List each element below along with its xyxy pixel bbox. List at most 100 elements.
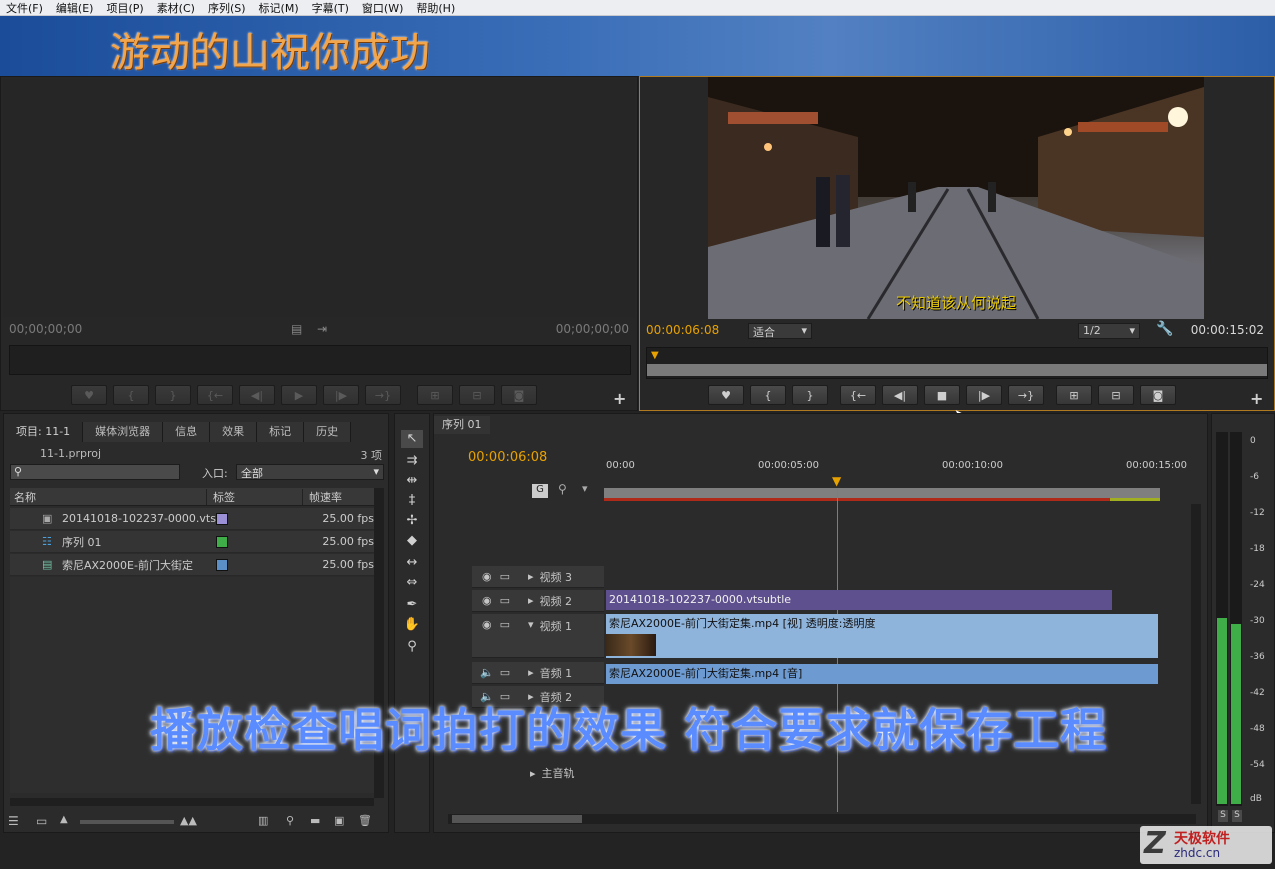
mark-in-button[interactable]: { bbox=[113, 385, 149, 405]
selection-tool-icon[interactable]: ↖ bbox=[401, 430, 423, 448]
playhead-icon[interactable]: ▼ bbox=[651, 350, 659, 361]
program-add-button[interactable]: + bbox=[1250, 389, 1263, 408]
list-view-icon[interactable]: ☰ bbox=[8, 814, 19, 828]
track-header-v3[interactable]: ◉ ▭ ▸ 视频 3 bbox=[472, 566, 604, 588]
icon-view-icon[interactable]: ▭ bbox=[36, 814, 47, 828]
expand-icon[interactable]: ▸ bbox=[528, 594, 534, 607]
track-select-tool-icon[interactable]: ⇉ bbox=[401, 452, 423, 470]
column-framerate[interactable]: 帧速率 bbox=[302, 488, 382, 505]
project-item-subtitle[interactable]: ▣ 20141018-102237-0000.vts 25.00 fps bbox=[10, 508, 382, 530]
expand-icon[interactable]: ▸ bbox=[528, 666, 534, 679]
source-timecode-duration[interactable]: 00;00;00;00 bbox=[556, 322, 629, 336]
export-frame-button[interactable]: ◙ bbox=[501, 385, 537, 405]
timeline-v-scrollbar[interactable] bbox=[1191, 504, 1201, 804]
clip-audio[interactable]: 索尼AX2000E-前门大街定集.mp4 [音] bbox=[606, 664, 1158, 684]
solo-left-button[interactable]: S bbox=[1218, 810, 1228, 822]
project-h-scrollbar[interactable] bbox=[10, 798, 374, 806]
add-marker-icon[interactable]: ▾ bbox=[582, 482, 588, 495]
lock-icon[interactable]: ▭ bbox=[500, 618, 510, 631]
link-icon[interactable]: ⚲ bbox=[558, 482, 567, 496]
track-header-v2[interactable]: ◉ ▭ ▸ 视频 2 bbox=[472, 590, 604, 612]
project-item-sequence[interactable]: ☷ 序列 01 25.00 fps bbox=[10, 531, 382, 553]
automate-to-sequence-icon[interactable]: ▥ bbox=[258, 814, 268, 827]
lock-icon[interactable]: ▭ bbox=[500, 570, 510, 583]
extract-button[interactable]: ⊟ bbox=[1098, 385, 1134, 405]
resolution-dropdown[interactable]: 1/2 ▾ bbox=[1078, 323, 1140, 339]
source-add-button[interactable]: + bbox=[613, 389, 626, 408]
inpoint-dropdown[interactable]: 全部 ▾ bbox=[236, 464, 384, 480]
rolling-edit-tool-icon[interactable]: ‡ bbox=[401, 492, 423, 510]
clip-subtitle[interactable]: 20141018-102237-0000.vtsubtle bbox=[606, 590, 1112, 610]
clip-video[interactable]: 索尼AX2000E-前门大街定集.mp4 [视] 透明度:透明度 bbox=[606, 614, 1158, 658]
insert-button[interactable]: ⊞ bbox=[417, 385, 453, 405]
step-forward-button[interactable]: |▶ bbox=[323, 385, 359, 405]
find-icon[interactable]: ⚲ bbox=[286, 814, 294, 827]
zoom-slider[interactable] bbox=[80, 820, 174, 824]
eye-icon[interactable]: ◉ bbox=[482, 618, 492, 631]
play-button[interactable]: ▶ bbox=[281, 385, 317, 405]
zoom-tool-icon[interactable]: ⚲ bbox=[401, 638, 423, 656]
razor-tool-icon[interactable]: ◆ bbox=[401, 532, 423, 550]
program-scrubber[interactable]: ▼ bbox=[646, 347, 1268, 379]
fit-dropdown[interactable]: 适合 ▾ bbox=[748, 323, 812, 339]
eye-icon[interactable]: ◉ bbox=[482, 594, 492, 607]
ripple-edit-tool-icon[interactable]: ⇹ bbox=[401, 472, 423, 490]
playhead-icon[interactable]: ▼ bbox=[832, 474, 841, 488]
program-zoom-bar[interactable] bbox=[647, 364, 1267, 376]
mark-out-button[interactable]: } bbox=[155, 385, 191, 405]
lift-button[interactable]: ⊞ bbox=[1056, 385, 1092, 405]
menu-marker[interactable]: 标记(M) bbox=[259, 0, 299, 16]
overwrite-button[interactable]: ⊟ bbox=[459, 385, 495, 405]
pen-tool-icon[interactable]: ✒ bbox=[401, 596, 423, 614]
column-name[interactable]: 名称 bbox=[10, 489, 206, 505]
menu-title[interactable]: 字幕(T) bbox=[312, 0, 349, 16]
go-to-in-button[interactable]: {← bbox=[197, 385, 233, 405]
tab-sequence[interactable]: 序列 01 bbox=[434, 416, 490, 434]
expand-icon[interactable]: ▸ bbox=[528, 570, 534, 583]
stop-button[interactable]: ■ bbox=[924, 385, 960, 405]
menu-edit[interactable]: 编辑(E) bbox=[56, 0, 94, 16]
tab-info[interactable]: 信息 bbox=[163, 422, 211, 442]
hand-tool-icon[interactable]: ✋ bbox=[401, 616, 423, 634]
zoom-in-icon[interactable]: ▲▲ bbox=[180, 814, 197, 827]
slip-tool-icon[interactable]: ↔ bbox=[401, 554, 423, 572]
timeline-scroll-thumb[interactable] bbox=[452, 815, 582, 823]
column-label[interactable]: 标签 bbox=[206, 488, 302, 505]
project-search-input[interactable]: ⚲ bbox=[10, 464, 180, 480]
snap-icon[interactable]: G bbox=[532, 484, 548, 498]
timeline-timecode[interactable]: 00:00:06:08 bbox=[468, 450, 547, 465]
tab-history[interactable]: 历史 bbox=[304, 422, 352, 442]
track-header-v1[interactable]: ◉ ▭ ▾ 视频 1 bbox=[472, 614, 604, 658]
tab-project[interactable]: 项目: 11-1 bbox=[4, 422, 84, 442]
slide-tool-icon[interactable]: ⇔ bbox=[401, 574, 423, 592]
program-timecode-current[interactable]: 00:00:06:08 bbox=[646, 323, 719, 337]
new-item-icon[interactable]: ▣ bbox=[334, 814, 344, 827]
go-to-out-button[interactable]: →} bbox=[365, 385, 401, 405]
mark-in-button[interactable]: { bbox=[750, 385, 786, 405]
track-header-master[interactable]: ▸ 主音轨 bbox=[472, 762, 604, 784]
export-frame-button[interactable]: ◙ bbox=[1140, 385, 1176, 405]
menu-help[interactable]: 帮助(H) bbox=[416, 0, 455, 16]
solo-right-button[interactable]: S bbox=[1232, 810, 1242, 822]
speaker-icon[interactable]: 🔈 bbox=[480, 666, 494, 679]
marker-button[interactable]: ♥ bbox=[708, 385, 744, 405]
source-settings-icon[interactable]: ▤ bbox=[291, 322, 302, 336]
tab-markers[interactable]: 标记 bbox=[257, 422, 305, 442]
go-to-in-button[interactable]: {← bbox=[840, 385, 876, 405]
menu-project[interactable]: 项目(P) bbox=[106, 0, 143, 16]
menu-window[interactable]: 窗口(W) bbox=[362, 0, 403, 16]
zoom-out-icon[interactable]: ▲ bbox=[60, 814, 68, 825]
lock-icon[interactable]: ▭ bbox=[500, 594, 510, 607]
go-to-out-button[interactable]: →} bbox=[1008, 385, 1044, 405]
source-scrubber[interactable] bbox=[9, 345, 631, 375]
timeline-h-scrollbar[interactable] bbox=[448, 814, 1196, 824]
wrench-icon[interactable]: 🔧 bbox=[1156, 321, 1173, 337]
menu-file[interactable]: 文件(F) bbox=[6, 0, 43, 16]
program-timecode-duration[interactable]: 00:00:15:02 bbox=[1191, 323, 1264, 337]
lock-icon[interactable]: ▭ bbox=[500, 666, 510, 679]
step-back-button[interactable]: ◀| bbox=[882, 385, 918, 405]
source-step-icon[interactable]: ⇥ bbox=[317, 322, 327, 336]
eye-icon[interactable]: ◉ bbox=[482, 570, 492, 583]
track-header-a1[interactable]: 🔈 ▭ ▸ 音频 1 bbox=[472, 662, 604, 684]
expand-icon[interactable]: ▸ bbox=[530, 767, 536, 780]
